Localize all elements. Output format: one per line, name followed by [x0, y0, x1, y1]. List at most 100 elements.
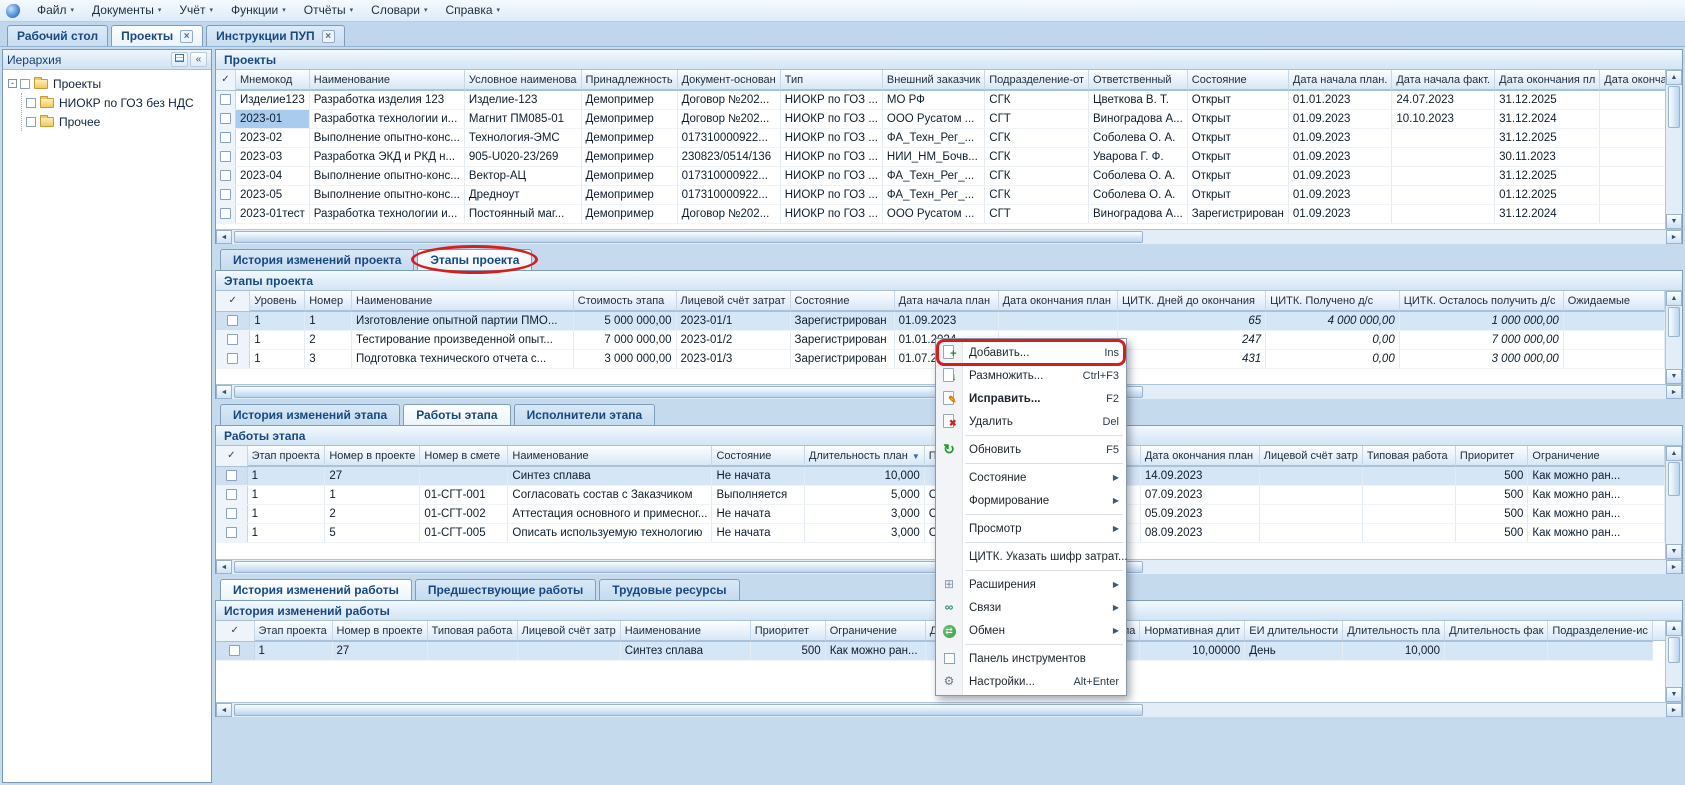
column-header[interactable]: Уровень	[250, 291, 305, 311]
column-header[interactable]: Состояние	[1187, 70, 1288, 90]
table-cell[interactable]: Цветкова В. Т.	[1089, 90, 1188, 109]
table-cell[interactable]: 27	[325, 466, 420, 485]
scrollbar-thumb[interactable]	[234, 231, 1143, 243]
table-cell[interactable]: 01.09.2023	[1288, 204, 1391, 223]
collapse-panel-button[interactable]: «	[190, 52, 207, 67]
table-cell[interactable]: 5	[325, 523, 420, 542]
table-cell[interactable]: 500	[750, 641, 825, 660]
table-cell[interactable]: Магнит ПМ085-01	[464, 109, 581, 128]
view-options-button[interactable]	[171, 52, 188, 67]
table-cell[interactable]: 3,000	[804, 523, 924, 542]
table-cell[interactable]: 500	[1455, 466, 1528, 485]
table-row[interactable]: 2023-01Разработка технологии и...Магнит …	[216, 109, 1665, 128]
scrollbar-thumb[interactable]	[1668, 86, 1680, 128]
table-cell[interactable]	[1563, 330, 1664, 349]
table-cell[interactable]	[1362, 466, 1455, 485]
table-cell[interactable]: 31.12.2024	[1495, 204, 1600, 223]
row-checkbox[interactable]	[227, 334, 238, 345]
row-checkbox[interactable]	[227, 353, 238, 364]
table-row[interactable]: 11Изготовление опытной партии ПМО...5 00…	[216, 311, 1665, 330]
column-header[interactable]: Дата окончания пл	[1495, 70, 1600, 90]
column-header[interactable]: Этап проекта	[247, 446, 325, 466]
table-cell[interactable]: Выполнение опытно-конс...	[309, 166, 464, 185]
table-cell[interactable]: 01-СГТ-001	[420, 485, 508, 504]
column-header[interactable]: Дата окончания план	[1140, 446, 1259, 466]
table-cell[interactable]: 1	[247, 523, 325, 542]
table-cell[interactable]: 3 000 000,00	[573, 349, 676, 368]
vertical-scrollbar[interactable]: ▲ ▼	[1665, 70, 1682, 229]
table-cell[interactable]: Как можно ран...	[1528, 485, 1665, 504]
table-cell[interactable]	[427, 641, 517, 660]
row-checkbox[interactable]	[220, 151, 231, 162]
table-cell[interactable]: 431	[1117, 349, 1265, 368]
scroll-right-button[interactable]: ►	[1666, 703, 1682, 717]
table-cell[interactable]: СГТ	[985, 109, 1089, 128]
table-cell[interactable]: СГК	[985, 166, 1089, 185]
table-cell[interactable]: 3,000	[804, 504, 924, 523]
table-cell[interactable]: 31.12.2025	[1495, 128, 1600, 147]
table-cell[interactable]: 3 000 000,00	[1399, 349, 1563, 368]
table-cell[interactable]: 500	[1455, 504, 1528, 523]
table-cell[interactable]: ФА_Техн_Рег_...	[882, 166, 984, 185]
table-cell[interactable]: 017310000922...	[677, 185, 780, 204]
tree-checkbox[interactable]	[20, 79, 30, 89]
table-cell[interactable]: ФА_Техн_Рег_...	[882, 185, 984, 204]
table-cell[interactable]: Демопример	[581, 147, 677, 166]
table-cell[interactable]: Не начата	[712, 523, 804, 542]
column-header[interactable]: Длительность план▼	[804, 446, 924, 466]
table-cell[interactable]	[420, 466, 508, 485]
table-cell[interactable]: Соболева О. А.	[1089, 185, 1188, 204]
close-icon[interactable]: ×	[180, 30, 193, 43]
table-cell[interactable]: Демопример	[581, 185, 677, 204]
table-cell[interactable]: 01.09.2023	[894, 311, 998, 330]
scroll-left-button[interactable]: ◄	[216, 230, 232, 244]
column-header[interactable]: Этап проекта	[254, 621, 332, 641]
column-header[interactable]: Лицевой счёт затр	[517, 621, 620, 641]
row-checkbox[interactable]	[220, 208, 231, 219]
table-cell[interactable]: Разработка ЭКД и РКД н...	[309, 147, 464, 166]
table-cell[interactable]: СГК	[985, 185, 1089, 204]
table-cell[interactable]	[1600, 147, 1665, 166]
table-cell[interactable]: СГТ	[985, 204, 1089, 223]
scroll-left-button[interactable]: ◄	[216, 560, 232, 574]
scroll-up-button[interactable]: ▲	[1666, 446, 1682, 461]
table-cell[interactable]: 017310000922...	[677, 166, 780, 185]
table-cell[interactable]: 5 000 000,00	[573, 311, 676, 330]
table-cell[interactable]	[1259, 523, 1362, 542]
table-cell[interactable]: Подготовка технического отчета с...	[352, 349, 574, 368]
table-cell[interactable]: СГК	[985, 147, 1089, 166]
table-cell[interactable]: 31.12.2024	[1495, 109, 1600, 128]
tree-checkbox[interactable]	[26, 117, 36, 127]
tab-work-history[interactable]: История изменений работы	[220, 579, 412, 600]
table-cell[interactable]: 08.09.2023	[1140, 523, 1259, 542]
table-cell[interactable]	[1392, 166, 1495, 185]
table-cell[interactable]: НИОКР по ГОЗ ...	[780, 204, 882, 223]
table-cell[interactable]: Зарегистрирован	[790, 349, 894, 368]
table-cell[interactable]: 01.12.2025	[1495, 185, 1600, 204]
column-header[interactable]: Документ-основан	[677, 70, 780, 90]
table-cell[interactable]: 2023-01/1	[676, 311, 790, 330]
menu-item-edit[interactable]: ✎Исправить...F2	[936, 387, 1126, 410]
column-header[interactable]: Наименование	[309, 70, 464, 90]
table-cell[interactable]: Выполнение опытно-конс...	[309, 185, 464, 204]
column-header[interactable]: Наименование	[352, 291, 574, 311]
tree-node-root[interactable]: - Проекты	[6, 74, 208, 93]
tab-desktop[interactable]: Рабочий стол	[7, 25, 108, 46]
table-cell[interactable]: Демопример	[581, 166, 677, 185]
table-cell[interactable]: МО РФ	[882, 90, 984, 109]
row-checkbox[interactable]	[226, 470, 237, 481]
table-cell[interactable]: 05.09.2023	[1140, 504, 1259, 523]
column-header[interactable]: Наименование	[508, 446, 712, 466]
menu-dictionaries[interactable]: Словари▾	[362, 1, 436, 20]
table-cell[interactable]: 10,000	[804, 466, 924, 485]
table-cell[interactable]	[1392, 204, 1495, 223]
tab-projects[interactable]: Проекты×	[111, 25, 203, 46]
menu-accounting[interactable]: Учёт▾	[170, 1, 222, 20]
tab-preceding-works[interactable]: Предшествующие работы	[415, 579, 596, 600]
tree-collapse-icon[interactable]: -	[8, 79, 17, 88]
row-checkbox[interactable]	[227, 315, 238, 326]
column-header[interactable]: Дата начала факт.	[1392, 70, 1495, 90]
scrollbar-track[interactable]	[1145, 703, 1666, 717]
column-header[interactable]: Стоимость этапа	[573, 291, 676, 311]
table-cell[interactable]: Открыт	[1187, 185, 1288, 204]
